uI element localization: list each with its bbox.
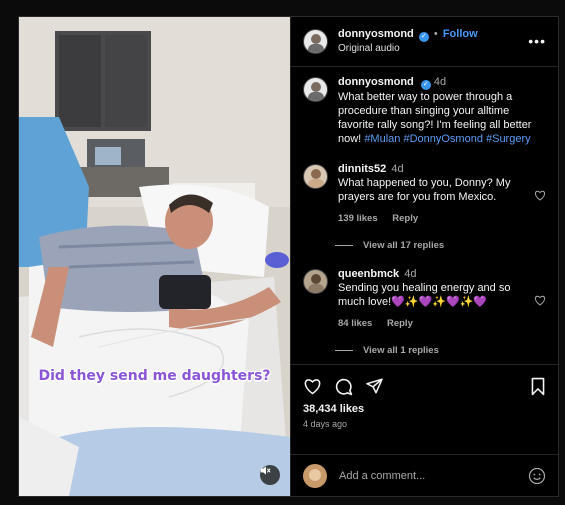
post-video[interactable]: Did they send me daughters? xyxy=(19,17,290,496)
post-caption: donnyosmond ✓ 4d What better way to powe… xyxy=(303,75,546,146)
comment-username[interactable]: queenbmck xyxy=(338,268,399,280)
emoji-picker-icon[interactable] xyxy=(528,467,546,485)
share-send-icon[interactable] xyxy=(365,377,384,395)
mute-button[interactable] xyxy=(260,465,280,485)
comment-time: 4d xyxy=(391,163,404,175)
comment-text: What happened to you, Donny? My prayers … xyxy=(338,177,511,203)
reply-button[interactable]: Reply xyxy=(387,318,413,329)
follow-button[interactable]: Follow xyxy=(443,28,478,40)
view-replies-button[interactable]: View all 1 replies xyxy=(335,345,546,356)
post-header: donnyosmond ✓ • Follow Original audio ••… xyxy=(291,17,558,67)
current-user-avatar xyxy=(303,463,327,488)
like-comment-heart-icon[interactable] xyxy=(534,295,546,306)
comments-list[interactable]: donnyosmond ✓ 4d What better way to powe… xyxy=(291,67,558,364)
post-actions: 38,434 likes 4 days ago xyxy=(291,364,558,454)
author-username[interactable]: donnyosmond xyxy=(338,28,414,40)
comment-bubble-icon[interactable] xyxy=(334,377,353,396)
comment-item: dinnits52 4d What happened to you, Donny… xyxy=(303,162,546,226)
caption-hashtags[interactable]: #Mulan #DonnyOsmond #Surgery xyxy=(364,133,530,145)
comment-composer xyxy=(291,454,558,496)
comment-item: queenbmck 4d Sending you healing energy … xyxy=(303,267,546,331)
verified-badge-icon: ✓ xyxy=(420,80,431,90)
caption-username[interactable]: donnyosmond xyxy=(338,76,414,88)
post-date[interactable]: 4 days ago xyxy=(303,419,546,429)
like-count[interactable]: 38,434 likes xyxy=(303,403,546,415)
comment-input[interactable] xyxy=(339,469,528,482)
view-replies-label: View all 1 replies xyxy=(363,345,439,356)
comment-text: Sending you healing energy and so much l… xyxy=(338,282,511,308)
more-options-icon[interactable]: ••• xyxy=(528,34,546,48)
author-avatar[interactable] xyxy=(303,29,328,54)
comment-username[interactable]: dinnits52 xyxy=(338,163,386,175)
post-modal: Did they send me daughters? donnyosmond … xyxy=(18,16,559,497)
like-heart-icon[interactable] xyxy=(303,378,322,395)
save-bookmark-icon[interactable] xyxy=(530,377,546,396)
commenter-avatar[interactable] xyxy=(303,269,328,294)
view-replies-button[interactable]: View all 17 replies xyxy=(335,240,546,251)
speaker-muted-icon xyxy=(260,466,271,475)
like-comment-heart-icon[interactable] xyxy=(534,190,546,201)
comment-likes[interactable]: 84 likes xyxy=(338,318,372,329)
hospital-scene-image xyxy=(19,17,290,496)
post-side-panel: donnyosmond ✓ • Follow Original audio ••… xyxy=(290,17,558,496)
view-replies-label: View all 17 replies xyxy=(363,240,445,251)
audio-link[interactable]: Original audio xyxy=(338,42,478,55)
reply-button[interactable]: Reply xyxy=(392,213,418,224)
comment-time: 4d xyxy=(404,268,417,280)
verified-badge-icon: ✓ xyxy=(418,32,429,42)
separator-dot: • xyxy=(433,28,438,40)
author-avatar[interactable] xyxy=(303,77,328,102)
commenter-avatar[interactable] xyxy=(303,164,328,189)
video-caption: Did they send me daughters? xyxy=(38,368,271,384)
comment-likes[interactable]: 139 likes xyxy=(338,213,378,224)
caption-time: 4d xyxy=(433,76,447,88)
